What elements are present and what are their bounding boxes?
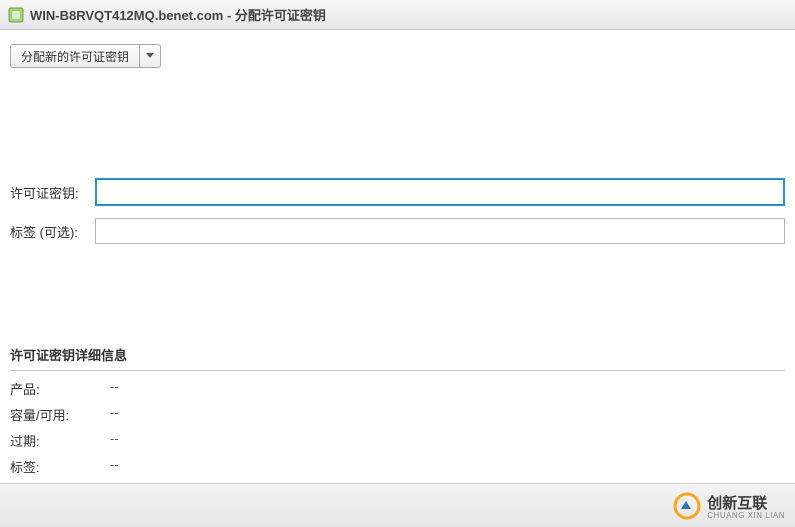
details-row-capacity: 容量/可用: -- (10, 405, 785, 424)
details-label-tag: 标签: (10, 457, 110, 476)
window-title-host: WIN-B8RVQT412MQ.benet.com (30, 8, 223, 23)
details-value-tag: -- (110, 457, 119, 476)
assign-new-key-button[interactable]: 分配新的许可证密钥 (10, 44, 161, 68)
brand-name: 创新互联 (707, 492, 785, 513)
brand-sub: CHUANG XIN LIAN (707, 511, 785, 520)
details-value-capacity: -- (110, 405, 119, 424)
license-key-label: 许可证密钥: (10, 183, 95, 202)
toolbar: 分配新的许可证密钥 (0, 30, 795, 78)
assign-new-key-dropdown[interactable] (140, 45, 160, 67)
details-value-expire: -- (110, 431, 119, 450)
window-titlebar: WIN-B8RVQT412MQ.benet.com - 分配许可证密钥 (0, 0, 795, 30)
tag-optional-row: 标签 (可选): (10, 218, 785, 244)
license-key-input[interactable] (95, 178, 785, 206)
form-area: 许可证密钥: 标签 (可选): (0, 78, 795, 244)
tag-optional-input[interactable] (95, 218, 785, 244)
details-row-expire: 过期: -- (10, 431, 785, 450)
host-icon (8, 7, 24, 23)
details-row-tag: 标签: -- (10, 457, 785, 476)
details-section: 许可证密钥详细信息 产品: -- 容量/可用: -- 过期: -- 标签: -- (0, 345, 795, 483)
window-title-sep: - (223, 8, 235, 23)
details-header: 许可证密钥详细信息 (10, 345, 785, 371)
details-label-expire: 过期: (10, 431, 110, 450)
chevron-down-icon (146, 52, 154, 60)
details-label-product: 产品: (10, 379, 110, 398)
details-row-product: 产品: -- (10, 379, 785, 398)
brand-icon (673, 492, 701, 520)
details-value-product: -- (110, 379, 119, 398)
window-title: WIN-B8RVQT412MQ.benet.com - 分配许可证密钥 (30, 5, 326, 24)
bottom-bar: 创新互联 CHUANG XIN LIAN (0, 483, 795, 527)
details-label-capacity: 容量/可用: (10, 405, 110, 424)
window-title-page: 分配许可证密钥 (235, 8, 326, 23)
brand: 创新互联 CHUANG XIN LIAN (673, 492, 785, 520)
license-key-row: 许可证密钥: (10, 178, 785, 206)
tag-optional-label: 标签 (可选): (10, 222, 95, 241)
assign-new-key-button-label[interactable]: 分配新的许可证密钥 (11, 45, 140, 67)
